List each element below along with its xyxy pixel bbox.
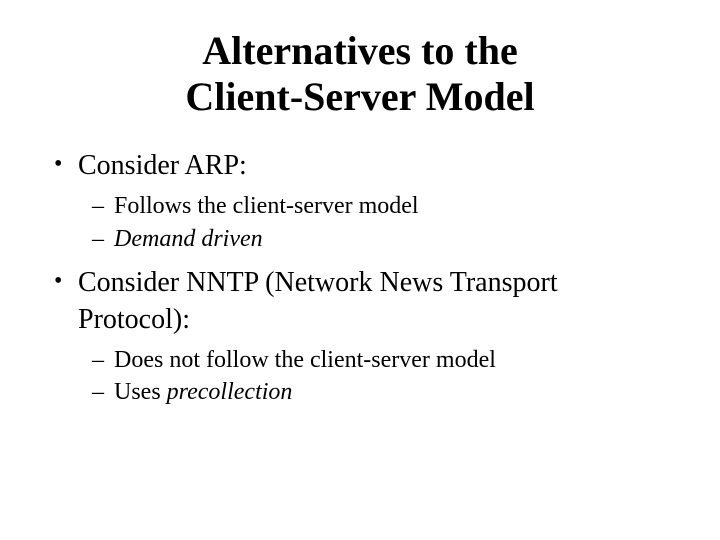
list-item: Uses precollection <box>78 376 672 408</box>
sub-bullet-italic: precollection <box>167 379 293 405</box>
bullet-text: Consider ARP: <box>78 150 247 181</box>
sub-bullet-text: Demand driven <box>114 226 263 252</box>
slide-title: Alternatives to the Client-Server Model <box>48 28 672 120</box>
title-line-2: Client-Server Model <box>185 74 534 119</box>
sub-bullet-prefix: Uses <box>114 379 167 405</box>
sub-list: Does not follow the client-server model … <box>78 344 672 409</box>
bullet-list: Consider ARP: Follows the client-server … <box>48 148 672 409</box>
title-line-1: Alternatives to the <box>202 28 517 73</box>
list-item: Consider NNTP (Network News Transport Pr… <box>48 265 672 409</box>
list-item: Consider ARP: Follows the client-server … <box>48 148 672 255</box>
sub-bullet-text: Follows the client-server model <box>114 193 419 219</box>
list-item: Follows the client-server model <box>78 190 672 222</box>
list-item: Does not follow the client-server model <box>78 344 672 376</box>
list-item: Demand driven <box>78 223 672 255</box>
bullet-text: Consider NNTP (Network News Transport Pr… <box>78 267 558 334</box>
sub-list: Follows the client-server model Demand d… <box>78 190 672 255</box>
sub-bullet-text: Does not follow the client-server model <box>114 347 496 373</box>
